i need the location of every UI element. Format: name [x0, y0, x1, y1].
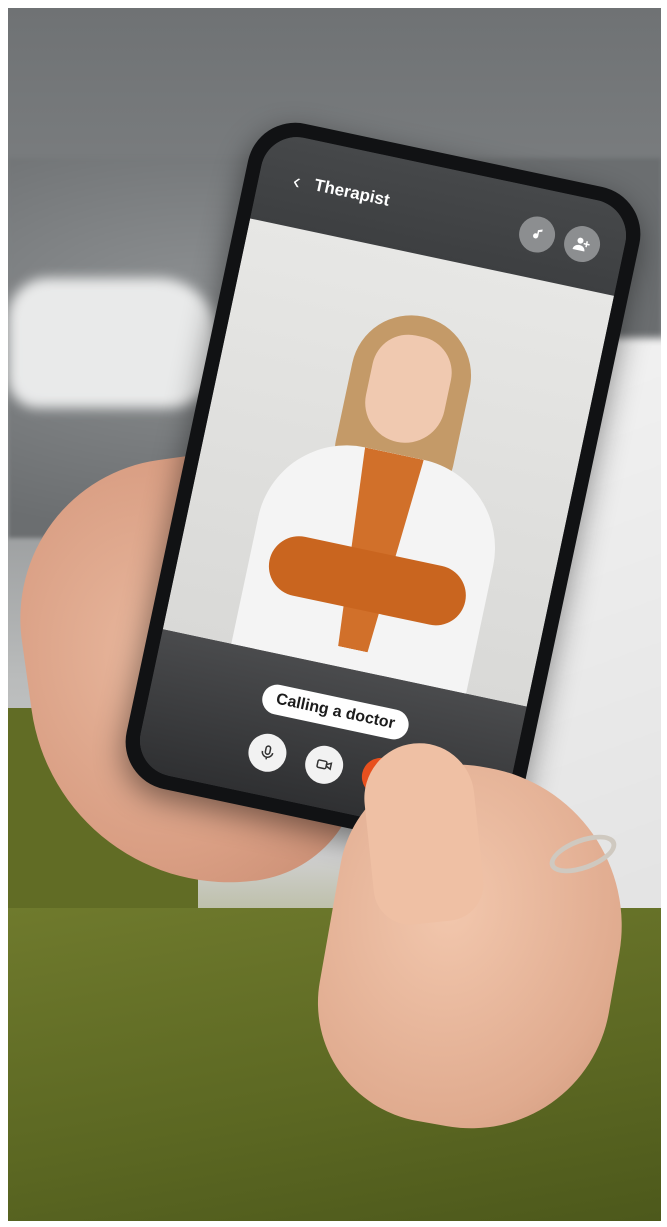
music-note-button[interactable]	[515, 213, 559, 256]
video-toggle-button[interactable]	[301, 742, 347, 788]
mute-button[interactable]	[244, 730, 290, 776]
contact-title: Therapist	[312, 175, 392, 210]
music-note-icon	[533, 228, 543, 239]
add-user-icon	[572, 237, 590, 252]
photo-scene: ‹ Therapist Calling a doctor	[8, 8, 661, 1221]
call-status-badge: Calling a doctor	[259, 681, 412, 743]
chevron-left-icon[interactable]: ‹	[283, 167, 311, 195]
video-camera-icon	[316, 759, 333, 771]
add-user-button[interactable]	[560, 222, 604, 266]
doctor-video-feed	[162, 218, 615, 707]
tissue	[8, 278, 218, 408]
microphone-icon	[261, 745, 274, 760]
